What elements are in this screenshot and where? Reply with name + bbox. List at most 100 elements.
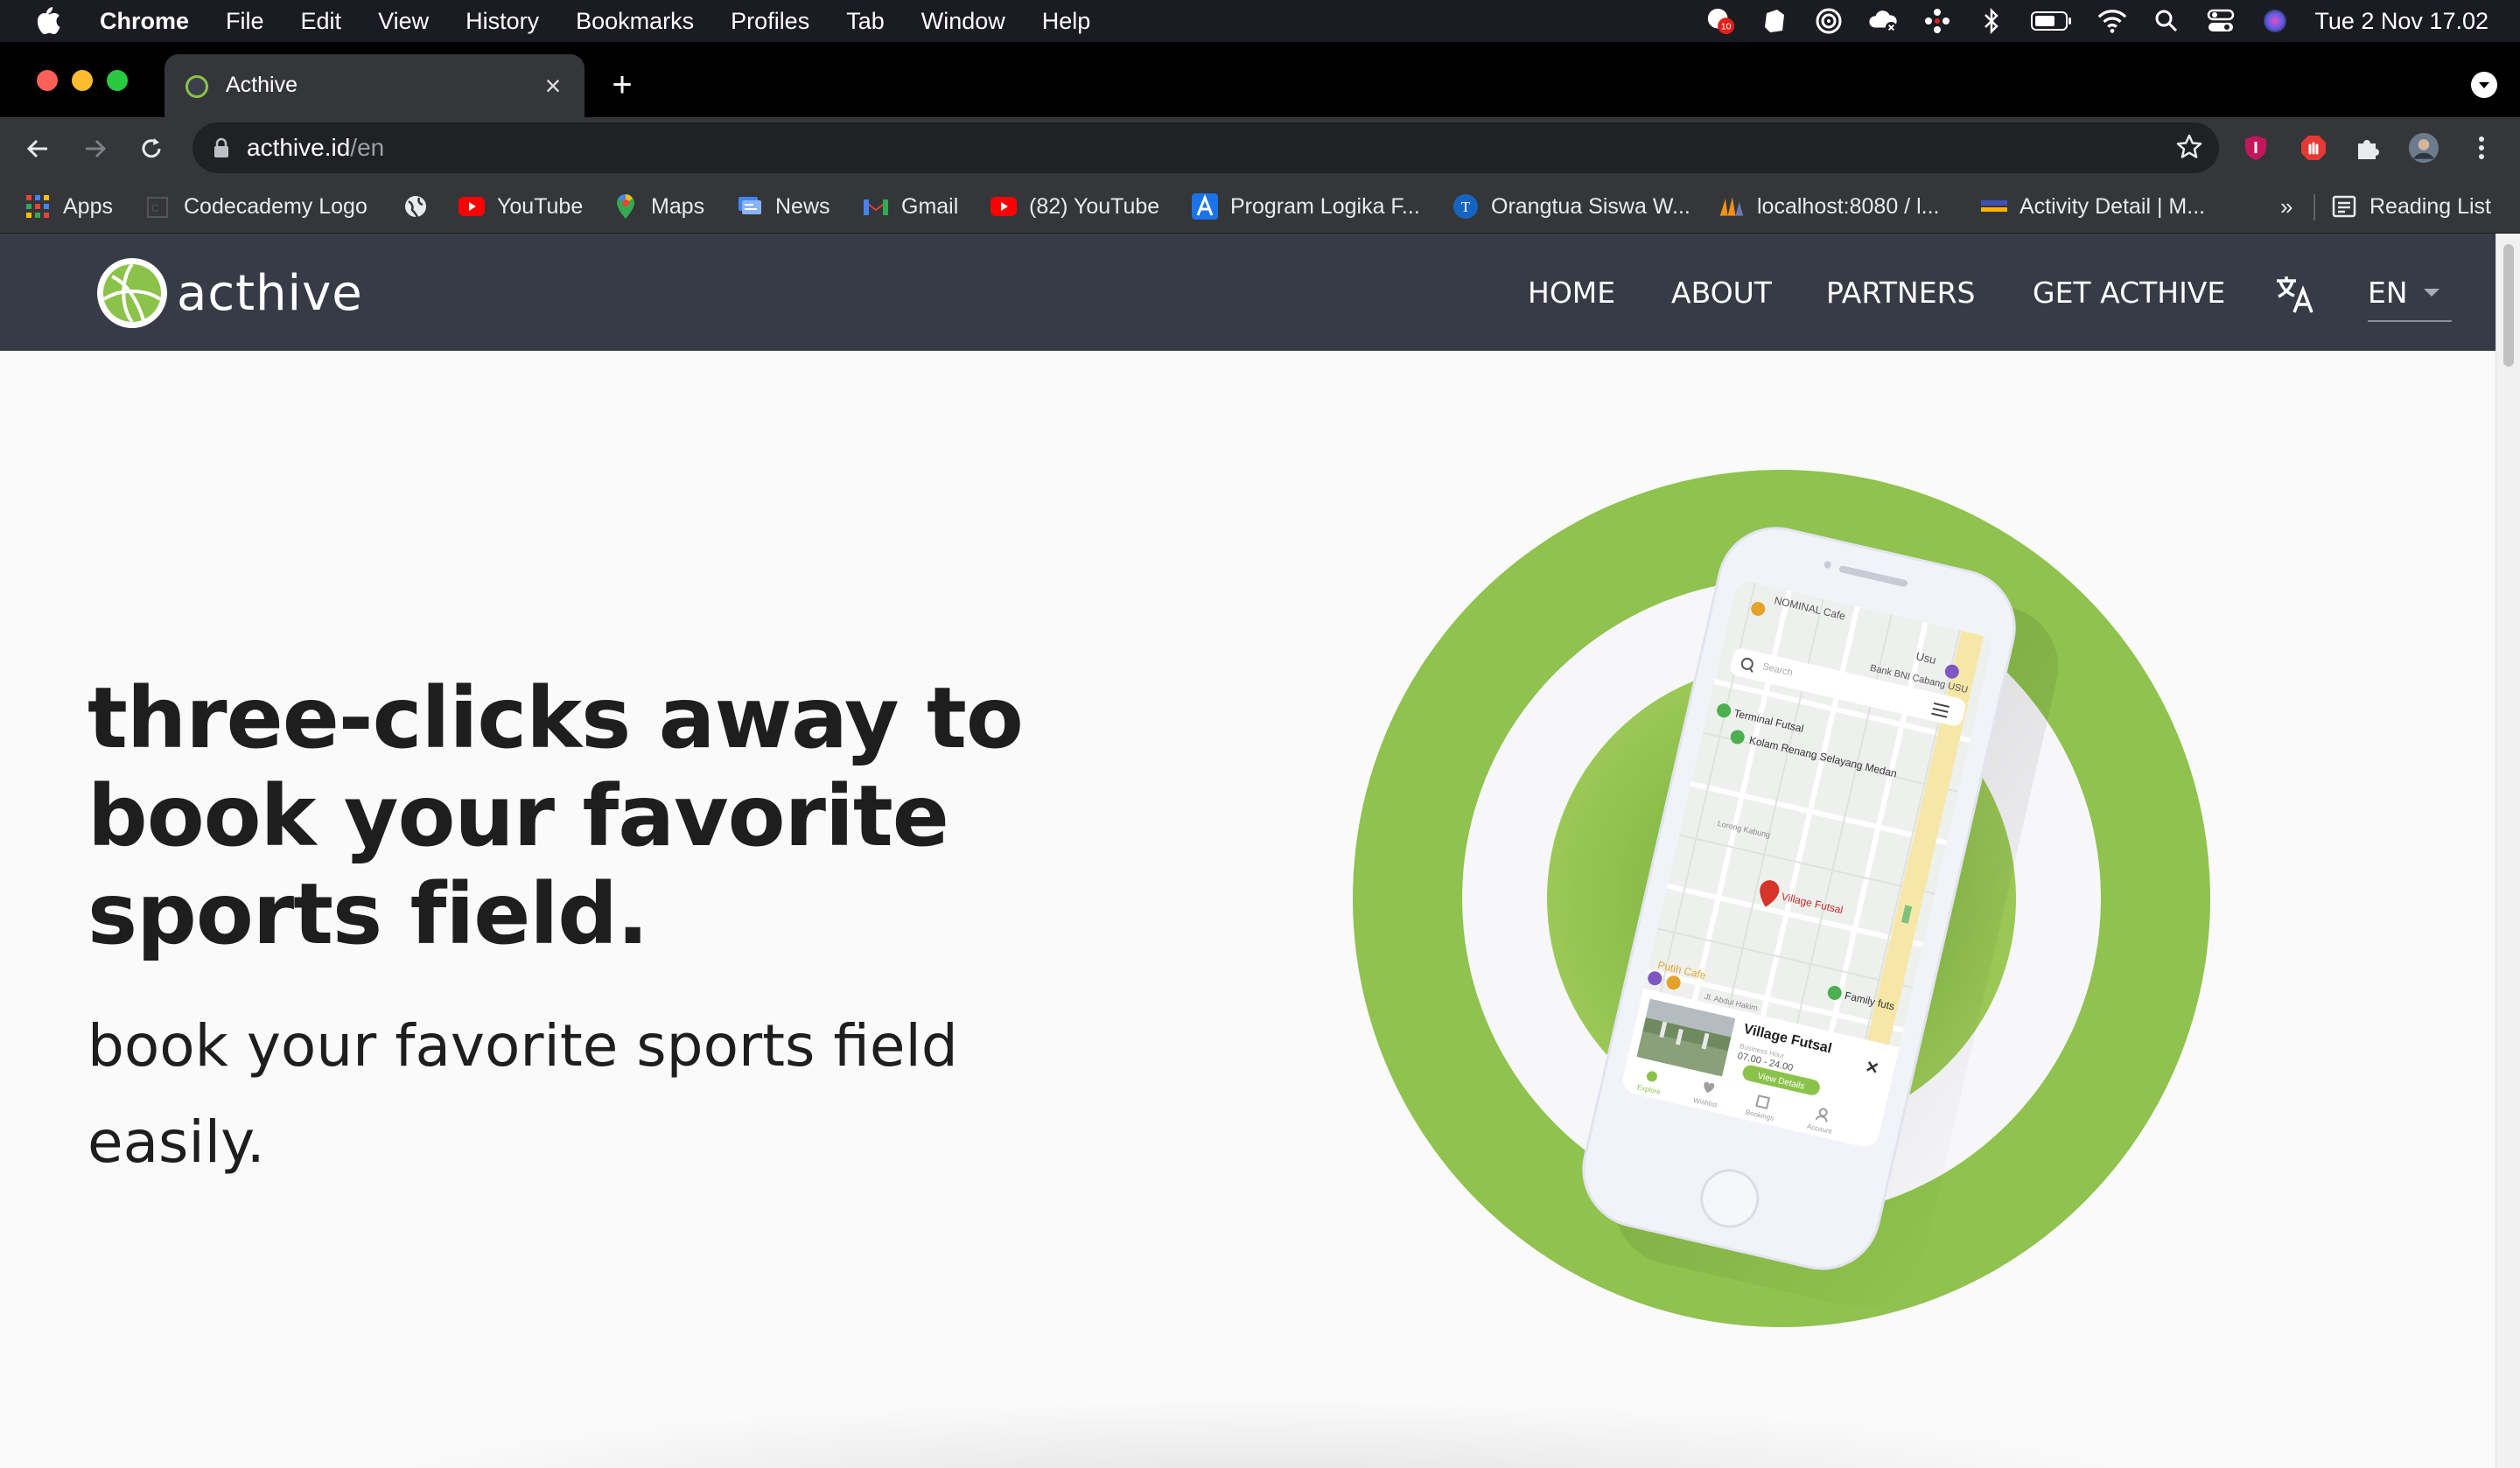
reading-list-button[interactable]: Reading List (2331, 191, 2491, 222)
tab-close-icon[interactable]: × (536, 68, 570, 103)
bookmark-maps[interactable]: Maps (612, 191, 704, 222)
battery-icon[interactable] (2031, 6, 2073, 36)
menu-view[interactable]: View (378, 8, 429, 35)
browser-tab[interactable]: Acthive × (164, 54, 584, 117)
tribun-icon: T (1452, 193, 1479, 220)
language-value: EN (2368, 276, 2408, 310)
url-host: acthive.id (247, 134, 351, 161)
bookmark-label: YouTube (497, 193, 584, 219)
hero-phone-illustration: NOMINAL Cafe Usu Bank BNI Cabang USU Sea… (1353, 470, 2210, 1327)
menu-bar-clock[interactable]: Tue 2 Nov 17.02 (2314, 8, 2488, 35)
svg-text:T: T (1461, 199, 1471, 215)
address-bar[interactable]: acthive.id/en (192, 122, 2219, 173)
siri-icon[interactable] (2260, 6, 2290, 36)
bookmark-label: localhost:8080 / l... (1757, 193, 1940, 219)
notification-badge: 10 (1721, 22, 1732, 31)
gmail-icon (863, 193, 889, 220)
menu-tab[interactable]: Tab (846, 8, 885, 35)
bookmarks-bar: Apps C Codecademy Logo YouTube Maps News… (0, 180, 2520, 234)
nav-home[interactable]: HOME (1528, 276, 1615, 310)
bluetooth-icon[interactable] (1977, 6, 2006, 36)
cloud-sync-icon[interactable] (1868, 6, 1898, 36)
hero-subtitle: book your favorite sports field easily. (88, 1012, 958, 1176)
youtube-icon (990, 193, 1017, 220)
target-icon[interactable] (1814, 6, 1844, 36)
apple-logo-icon[interactable] (33, 5, 61, 35)
chevron-down-icon (2479, 82, 2489, 88)
forward-button[interactable] (77, 130, 114, 167)
window-zoom-button[interactable] (107, 70, 128, 91)
nav-partners[interactable]: PARTNERS (1826, 276, 1975, 310)
bookmark-localhost[interactable]: localhost:8080 / l... (1718, 191, 1939, 222)
bookmark-codecademy[interactable]: C Codecademy Logo (145, 191, 368, 222)
evernote-icon[interactable] (1760, 6, 1789, 36)
acthive-logo[interactable]: acthive (96, 257, 363, 329)
menu-file[interactable]: File (226, 8, 264, 35)
menu-bookmarks[interactable]: Bookmarks (576, 8, 694, 35)
bookmark-label: (82) YouTube (1029, 193, 1160, 219)
bookmarks-divider (2314, 194, 2315, 220)
privacy-extension-icon[interactable] (2240, 132, 2272, 164)
menu-profiles[interactable]: Profiles (731, 8, 809, 35)
bookmark-youtube-82[interactable]: (82) YouTube (990, 191, 1159, 222)
reload-icon (142, 138, 161, 158)
bookmarks-overflow-button[interactable]: » (2280, 191, 2292, 222)
menu-app-name[interactable]: Chrome (100, 8, 189, 35)
profile-avatar[interactable] (2408, 132, 2440, 164)
window-close-button[interactable] (37, 70, 58, 91)
wifi-icon[interactable] (2097, 6, 2127, 36)
menu-edit[interactable]: Edit (301, 8, 342, 35)
adblock-extension-icon[interactable] (2298, 132, 2329, 164)
bookmark-label: Gmail (901, 193, 959, 219)
window-minimize-button[interactable] (72, 70, 93, 91)
lock-icon[interactable] (212, 136, 231, 159)
bookmark-label: Maps (651, 193, 705, 219)
page-scrollbar[interactable] (2496, 234, 2520, 1468)
globe-icon (402, 193, 429, 220)
bookmark-orangtua-siswa[interactable]: T Orangtua Siswa W... (1452, 191, 1690, 222)
bookmark-star-icon[interactable] (2175, 133, 2203, 161)
nav-get-acthive[interactable]: GET ACTHIVE (2033, 276, 2225, 310)
url-text[interactable]: acthive.id/en (247, 134, 384, 162)
apps-grid-icon (24, 193, 51, 220)
bookmark-label: News (775, 193, 830, 219)
dots-app-icon[interactable] (1922, 6, 1952, 36)
menu-history[interactable]: History (466, 8, 539, 35)
spotlight-search-icon[interactable] (2152, 6, 2181, 36)
menu-help[interactable]: Help (1042, 8, 1091, 35)
new-tab-button[interactable]: + (604, 66, 640, 103)
chrome-menu-icon[interactable] (2466, 132, 2497, 164)
menu-window[interactable]: Window (921, 8, 1005, 35)
tab-title: Acthive (226, 73, 298, 97)
google-news-icon (737, 193, 763, 220)
tab-search-button[interactable] (2471, 72, 2497, 98)
bookmark-label: Apps (63, 193, 113, 219)
phpmyadmin-icon (1718, 193, 1745, 220)
bookmark-globe[interactable] (402, 191, 441, 222)
youtube-icon (458, 193, 485, 220)
reading-list-label: Reading List (2370, 193, 2491, 219)
overflow-chevron-icon: » (2280, 192, 2293, 220)
arrow-left-icon (26, 139, 47, 158)
bookmark-gmail[interactable]: Gmail (863, 191, 958, 222)
notification-app-icon[interactable]: 10 (1705, 6, 1735, 36)
bookmark-program-logika[interactable]: Program Logika F... (1192, 191, 1420, 222)
reading-list-icon (2331, 193, 2357, 220)
site-navbar: acthive HOME ABOUT PARTNERS GET ACTHIVE … (0, 234, 2496, 351)
translate-icon[interactable] (2273, 272, 2317, 316)
logo-wordmark: acthive (177, 264, 363, 322)
language-select[interactable]: EN (2368, 276, 2440, 310)
reload-button[interactable] (133, 130, 170, 167)
back-button[interactable] (19, 130, 56, 167)
acthive-logo-icon (97, 258, 167, 328)
arrow-right-icon (86, 139, 107, 158)
bookmark-news[interactable]: News (737, 191, 830, 222)
control-center-icon[interactable] (2206, 6, 2236, 36)
bookmark-activity-detail[interactable]: Activity Detail | M... (1981, 191, 2205, 222)
scrollbar-thumb[interactable] (2503, 244, 2514, 367)
nav-about[interactable]: ABOUT (1671, 276, 1772, 310)
codecademy-icon: C (145, 193, 172, 220)
bookmark-apps[interactable]: Apps (24, 191, 113, 222)
bookmark-youtube[interactable]: YouTube (458, 191, 583, 222)
extensions-puzzle-icon[interactable] (2352, 132, 2384, 164)
